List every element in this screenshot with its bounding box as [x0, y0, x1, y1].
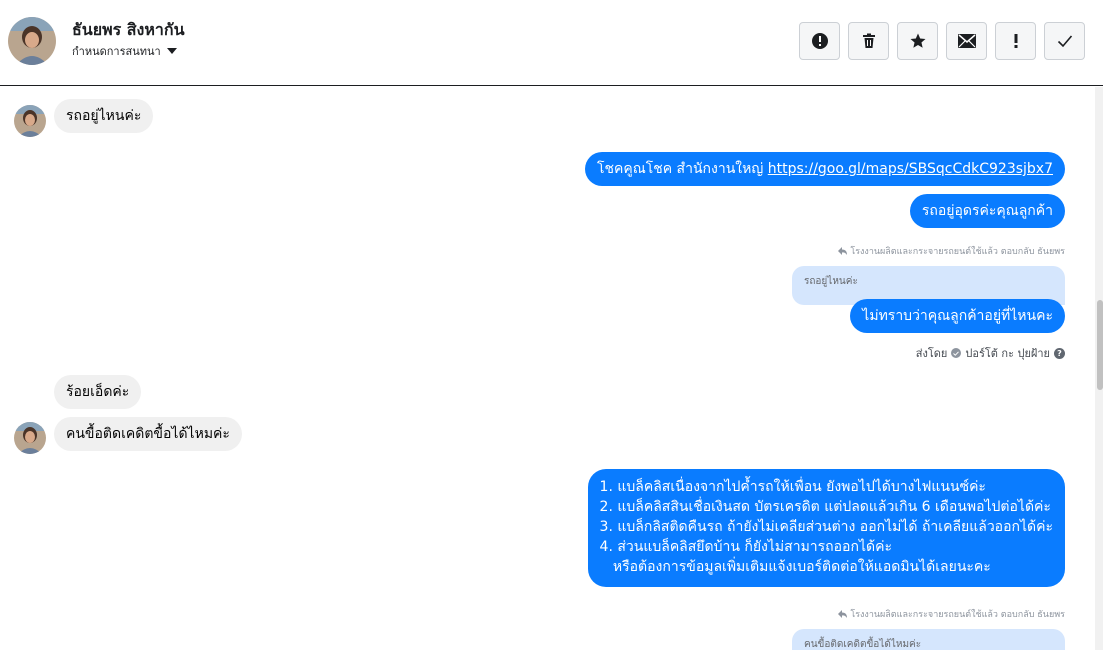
message-thread[interactable]: รถอยู่ไหนค่ะ โชคคูณโชค สำนักงานใหญ่ http… [0, 87, 1092, 650]
message-line: 1. แบล็คลิสเนื่องจากไปค้ำรถให้เพื่อน ยัง… [599, 479, 986, 495]
reply-context-text: โรงงานผลิตและกระจายรถยนต์ใช้แล้ว ตอบกลับ… [850, 247, 1065, 257]
message-line: 2. แบล็คลิสสินเชื่อเงินสด บัตรเครดิต แต่… [599, 499, 1051, 515]
star-icon [910, 33, 925, 48]
delete-button[interactable] [848, 22, 889, 60]
outgoing-message[interactable]: โชคคูณโชค สำนักงานใหญ่ https://goo.gl/ma… [584, 152, 1065, 186]
message-line: 3. แบล็กลิสติดคืนรถ ถ้ายังไม่เคลียส่วนต่… [599, 519, 1053, 535]
help-icon[interactable]: ? [1054, 347, 1065, 359]
report-spam-button[interactable] [799, 22, 840, 60]
incoming-message[interactable]: คนขื้อติดเคดิตขื้อได้ไหมค่ะ [54, 417, 242, 451]
check-icon [1057, 35, 1072, 48]
message-text: โชคคูณโชค สำนักงานใหญ่ [596, 161, 768, 177]
outgoing-message[interactable]: รถอยู่อุดรค่ะคุณลูกค้า [909, 194, 1065, 228]
mark-important-button[interactable] [995, 22, 1036, 60]
contact-avatar[interactable] [8, 17, 56, 65]
scrollbar-thumb[interactable] [1097, 300, 1103, 390]
quoted-message[interactable]: คนขื้อติดเคดิตขื้อได้ไหมค่ะ [792, 629, 1065, 650]
message-line: หรือต้องการข้อมูลเพิ่มเติมแจ้งเบอร์ติดต่… [599, 559, 991, 575]
contact-name: ธันยพร สิงหากัน [72, 20, 185, 39]
star-button[interactable] [897, 22, 938, 60]
contact-avatar-small [14, 105, 46, 137]
verified-icon [951, 348, 962, 358]
reply-context: โรงงานผลิตและกระจายรถยนต์ใช้แล้ว ตอบกลับ… [838, 607, 1065, 621]
reply-arrow-icon [838, 247, 848, 255]
exclamation-icon [1014, 34, 1017, 48]
reply-arrow-icon [838, 610, 848, 618]
mark-unread-button[interactable] [946, 22, 987, 60]
conversation-header: ธันยพร สิงหากัน กำหนดการสนทนา [0, 0, 1103, 86]
map-link[interactable]: https://goo.gl/maps/SBSqcCdkC923sjbx7 [768, 161, 1053, 177]
reply-context-text: โรงงานผลิตและกระจายรถยนต์ใช้แล้ว ตอบกลับ… [850, 610, 1065, 620]
caret-down-icon [166, 48, 177, 54]
sender-name: ปอร์โต้ กะ ปุยฝ้าย [965, 347, 1050, 360]
assign-label: กำหนดการสนทนา [72, 45, 161, 58]
incoming-message[interactable]: รถอยู่ไหนค่ะ [54, 99, 154, 133]
sent-by-info: ส่งโดย ปอร์โต้ กะ ปุยฝ้าย ? [916, 344, 1065, 362]
incoming-message[interactable]: ร้อยเอ็ดค่ะ [54, 375, 142, 409]
alert-circle-icon [811, 33, 828, 49]
assign-conversation-dropdown[interactable]: กำหนดการสนทนา [72, 42, 177, 60]
sent-by-label: ส่งโดย [915, 347, 948, 360]
conversation-toolbar [799, 22, 1085, 60]
reply-context: โรงงานผลิตและกระจายรถยนต์ใช้แล้ว ตอบกลับ… [838, 244, 1065, 258]
outgoing-message[interactable]: ไม่ทราบว่าคุณลูกค้าอยู่ที่ไหนคะ [850, 299, 1065, 333]
message-line: 4. ส่วนแบล็คลิสยึดบ้าน ก็ยังไม่สามารถออก… [599, 539, 892, 555]
envelope-icon [957, 34, 976, 48]
outgoing-message[interactable]: 1. แบล็คลิสเนื่องจากไปค้ำรถให้เพื่อน ยัง… [587, 469, 1065, 587]
contact-avatar-small [14, 422, 46, 454]
trash-icon [862, 33, 875, 48]
mark-done-button[interactable] [1044, 22, 1085, 60]
